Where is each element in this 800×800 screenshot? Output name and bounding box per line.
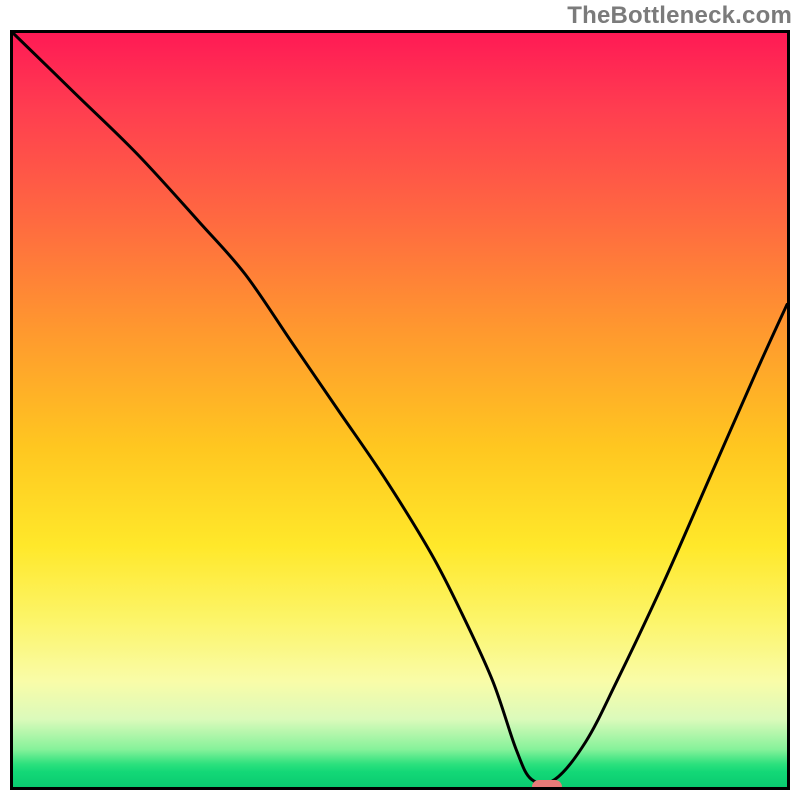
- optimal-point-marker: [532, 780, 562, 790]
- bottleneck-curve: [13, 33, 787, 787]
- watermark-text: TheBottleneck.com: [567, 2, 792, 30]
- chart-container: TheBottleneck.com: [0, 0, 800, 800]
- plot-frame: [10, 30, 790, 790]
